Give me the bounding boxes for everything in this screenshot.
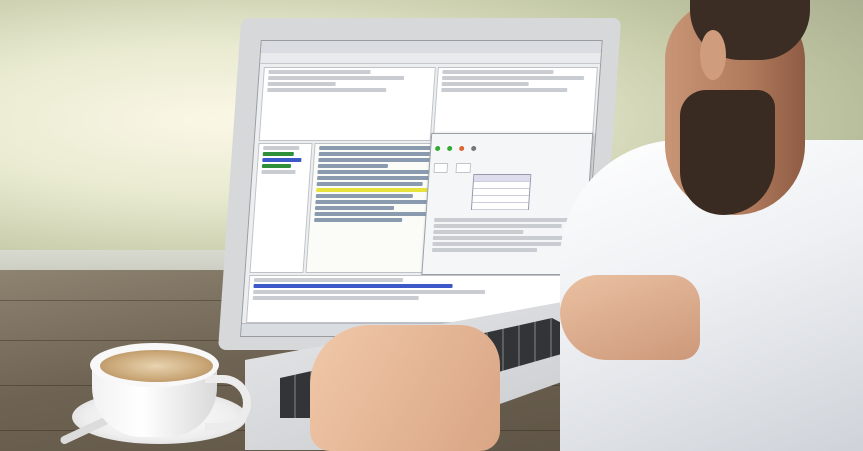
doc-toolbar [435,136,480,155]
ide-toolbar [260,53,601,64]
man-ear [700,30,726,80]
variables-pane [432,67,598,141]
highlighted-code-line [316,188,440,192]
doc-tab [433,163,449,173]
man-right-hand [560,275,700,360]
doc-table [470,174,532,210]
man-beard [680,90,775,215]
workspace-pane [258,67,436,141]
stop-icon [459,146,465,151]
coffee-foam [100,350,213,382]
doc-tab [455,163,471,173]
laptop-screen [240,40,603,337]
man-left-hand [310,325,500,451]
photo-scene [0,0,863,451]
forward-icon [447,146,453,151]
file-tree-pane [249,143,313,273]
back-icon [435,146,441,151]
home-icon [471,146,477,151]
